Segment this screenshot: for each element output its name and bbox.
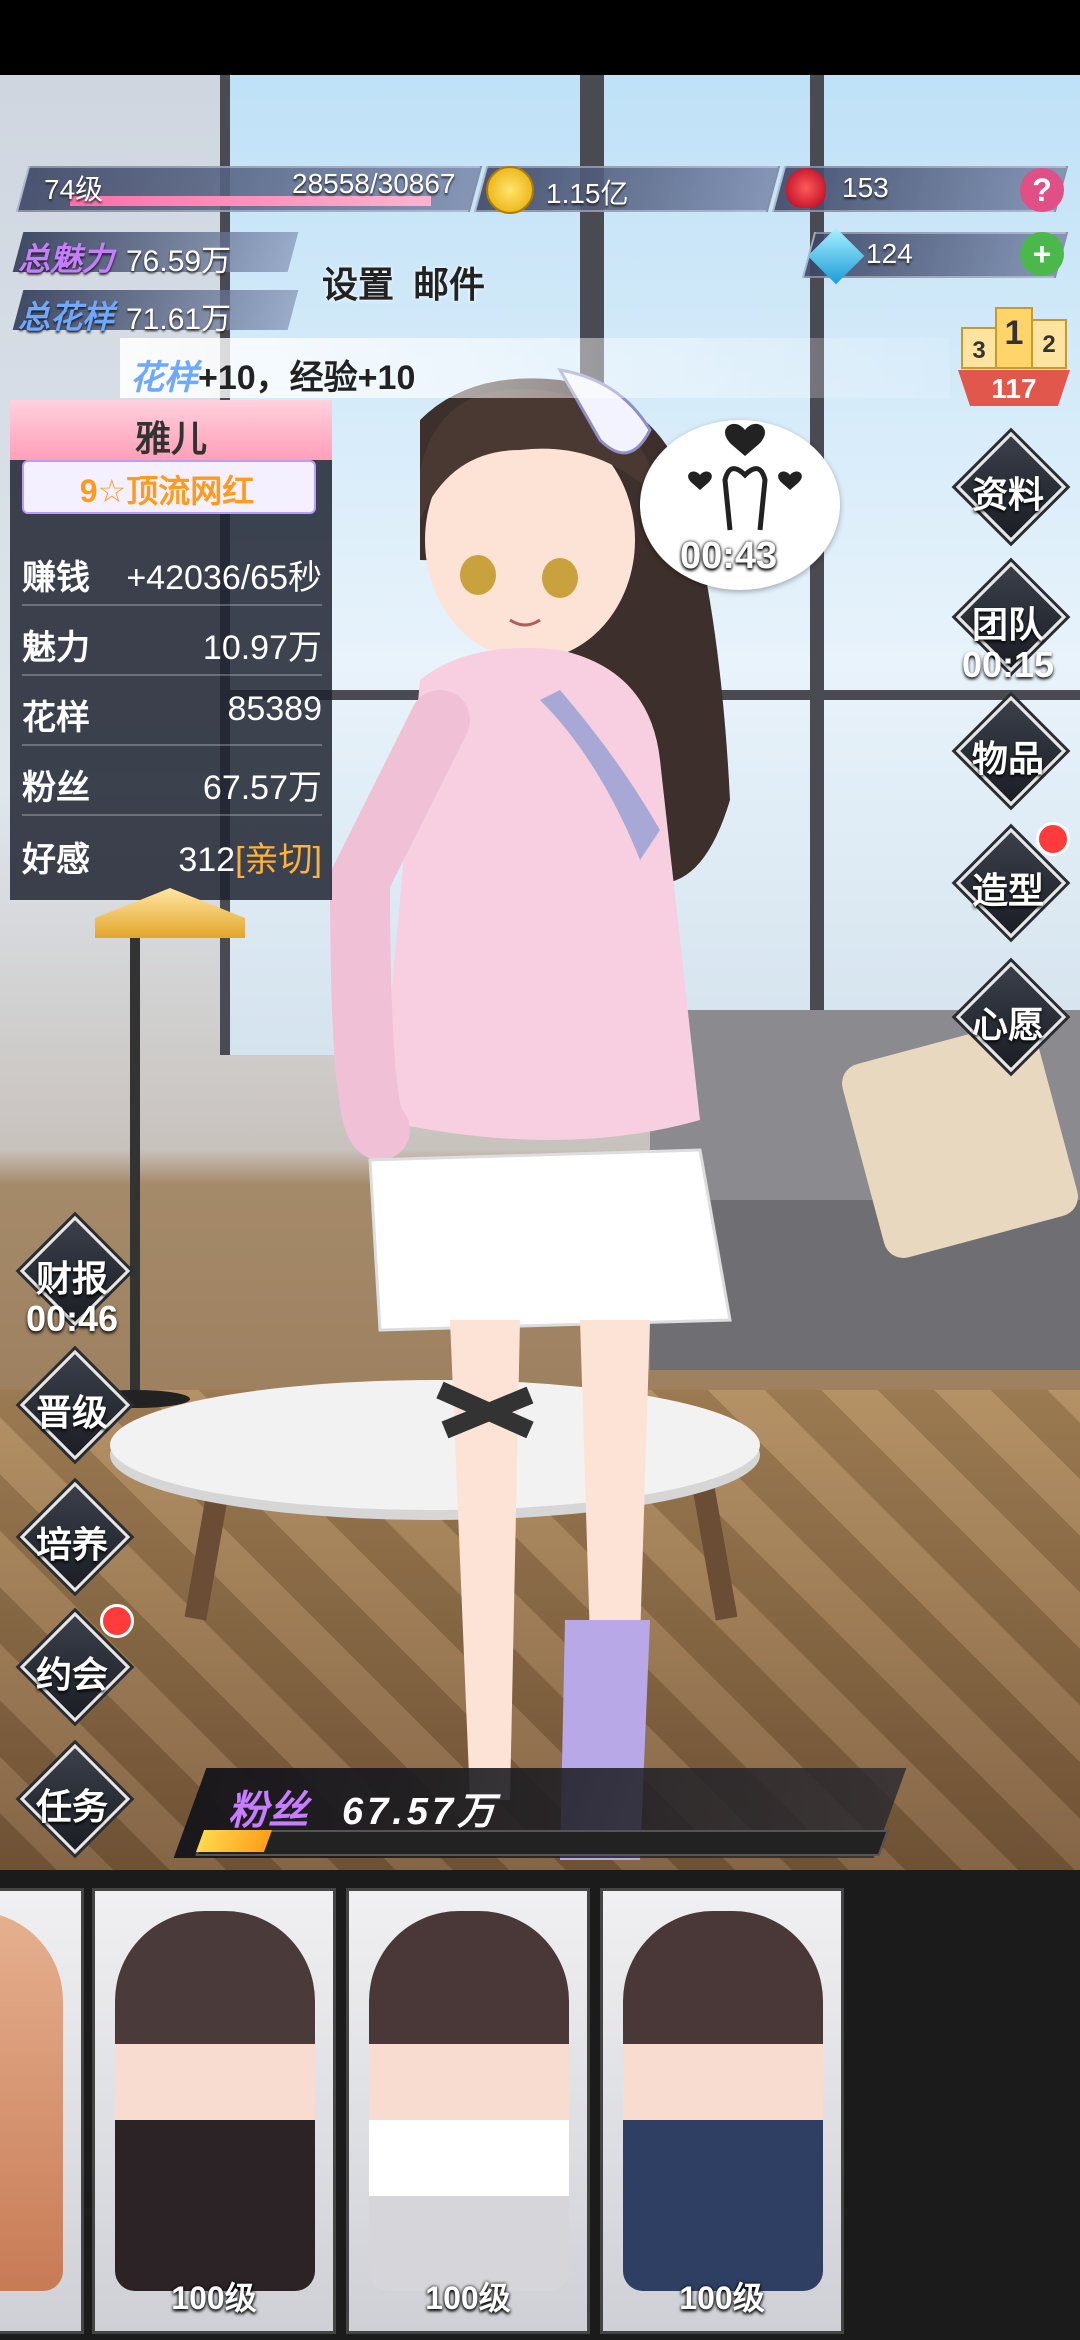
button-label: 任务 [35, 1786, 108, 1827]
affection-tag: [亲切] [235, 841, 322, 879]
title-text: 9☆顶流网红 [79, 473, 255, 509]
rose-value: 153 [842, 172, 889, 203]
window-mullion [220, 690, 1080, 700]
fans-progress-fill [195, 1830, 273, 1852]
button-label: 晋级 [35, 1392, 108, 1433]
stat-row-affection: 好感 312[亲切] [22, 818, 322, 886]
card-level: 100级 [679, 2280, 765, 2316]
team-button[interactable]: 团队 00:15 [955, 561, 1067, 685]
help-button[interactable]: ? [1020, 168, 1064, 212]
button-label: 物品 [971, 738, 1044, 779]
message-highlight: 花样 [130, 359, 198, 397]
window-mullion [810, 75, 824, 1055]
pattern-value: 71.61万 [126, 303, 232, 336]
profile-button[interactable]: 资料 [955, 431, 1067, 543]
card-portrait [0, 1911, 63, 2291]
tasks-button[interactable]: 任务 [19, 1743, 131, 1855]
add-diamond-button[interactable]: + [1020, 232, 1064, 276]
rank-value: 117 [991, 373, 1036, 404]
heart-hands-icon [688, 423, 802, 531]
financial-report-button[interactable]: 财报 00:46 [19, 1215, 131, 1339]
coffee-table [110, 1380, 760, 1510]
button-label: 心愿 [971, 1004, 1044, 1045]
card-portrait [115, 1911, 315, 2291]
podium-third: 3 [972, 337, 985, 364]
character-card[interactable]: 100级 [600, 1888, 844, 2334]
fans-value: 67.57万 [342, 1791, 500, 1833]
stat-key: 好感 [22, 841, 90, 879]
message-text: 花样+10，经验+10 [130, 350, 415, 399]
styling-notification-dot [1036, 822, 1070, 856]
card-level: 100级 [425, 2280, 511, 2316]
stat-value: 312[亲切] [178, 832, 322, 881]
settings-button[interactable]: 设置 [322, 256, 394, 308]
exp-value: 28558/30867 [292, 168, 456, 199]
game-screen: 74级 28558/30867 1.15亿 153 ? 124 + 总魅力 76… [0, 0, 1080, 2340]
report-timer: 00:46 [25, 1298, 119, 1339]
diamond-value: 124 [866, 238, 913, 269]
team-timer: 00:15 [961, 644, 1055, 685]
stat-row-pattern: 花样 85389 [22, 676, 322, 746]
stat-key: 魅力 [22, 629, 90, 667]
stat-row-fans: 粉丝 67.57万 [22, 746, 322, 816]
character-card[interactable]: 100级 [92, 1888, 336, 2334]
fans-label: 粉丝 [228, 1789, 308, 1833]
podium-first: 1 [1005, 314, 1024, 352]
message-body: +10，经验+10 [198, 359, 416, 397]
promote-button[interactable]: 晋级 [19, 1349, 131, 1461]
podium-second: 2 [1042, 331, 1055, 358]
stat-value: 67.57万 [202, 769, 322, 807]
stat-row-charm: 魅力 10.97万 [22, 606, 322, 676]
affection-value: 312 [178, 841, 236, 879]
train-button[interactable]: 培养 [19, 1481, 131, 1593]
character-card[interactable] [0, 1888, 84, 2334]
gold-coin-icon [486, 166, 534, 214]
gold-value: 1.15亿 [546, 178, 629, 209]
card-portrait [623, 1911, 823, 2291]
stat-value: 10.97万 [202, 629, 322, 667]
pattern-label: 总花样 [18, 299, 115, 335]
date-notification-dot [100, 1604, 134, 1638]
level-label: 74级 [44, 174, 104, 205]
card-portrait [369, 1911, 569, 2291]
character-name: 雅儿 [134, 418, 207, 459]
card-level: 100级 [171, 2280, 257, 2316]
ranking-podium[interactable]: 3 1 2 117 [958, 300, 1070, 410]
button-label: 造型 [971, 870, 1044, 911]
wish-button[interactable]: 心愿 [955, 961, 1067, 1073]
items-button[interactable]: 物品 [955, 695, 1067, 807]
status-bar [0, 0, 1080, 75]
stat-value: +42036/65秒 [126, 559, 322, 597]
bubble-timer: 00:43 [680, 535, 778, 577]
stat-key: 赚钱 [22, 559, 90, 597]
charm-label: 总魅力 [18, 241, 115, 277]
stat-value: 85389 [227, 690, 322, 728]
rose-icon [786, 168, 826, 208]
button-label: 培养 [35, 1524, 108, 1565]
stat-row-earnings: 赚钱 +42036/65秒 [22, 536, 322, 606]
charm-value: 76.59万 [126, 245, 232, 278]
stat-key: 粉丝 [22, 769, 90, 807]
button-label: 财报 [35, 1258, 108, 1299]
fans-progress-track [195, 1830, 889, 1856]
button-label: 团队 [971, 604, 1044, 645]
stat-key: 花样 [22, 699, 90, 737]
button-label: 约会 [35, 1654, 108, 1695]
window-mullion [580, 75, 604, 1055]
mail-button[interactable]: 邮件 [413, 256, 485, 308]
character-card[interactable]: 100级 [346, 1888, 590, 2334]
button-label: 资料 [971, 474, 1044, 515]
